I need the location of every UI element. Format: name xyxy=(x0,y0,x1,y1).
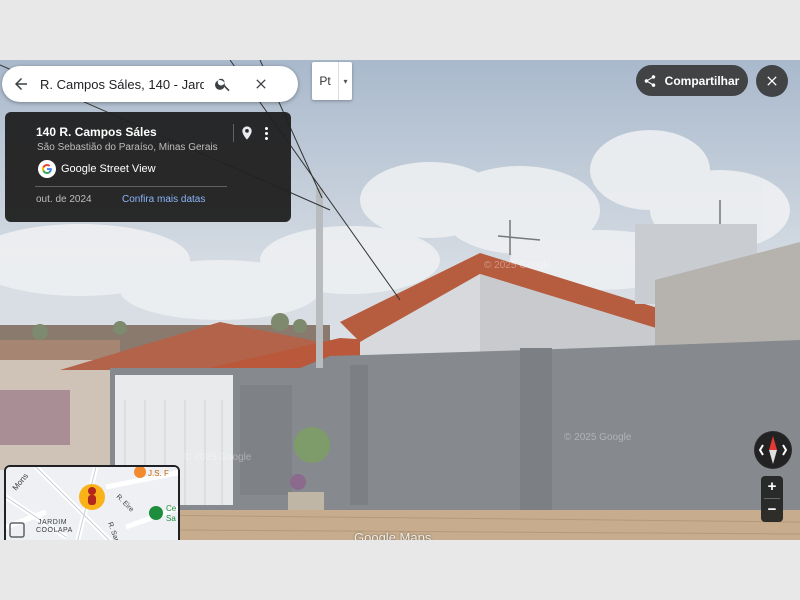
chevron-down-icon: ▾ xyxy=(343,76,348,86)
neighborhood-label: COOLAPA xyxy=(36,527,73,534)
zoom-in-button[interactable]: + xyxy=(761,476,783,498)
place-label-ce: Ce xyxy=(166,504,177,513)
watermark-text: © 2025 Google xyxy=(484,260,552,271)
neighborhood-label: JARDIM xyxy=(38,519,67,526)
google-logo-icon xyxy=(38,160,56,178)
language-selector[interactable]: Pt ▾ xyxy=(312,62,352,100)
arrow-left-icon xyxy=(15,78,27,90)
place-label-sa: Sa xyxy=(166,514,176,523)
divider xyxy=(35,186,227,187)
search-box[interactable] xyxy=(2,66,298,102)
share-label: Compartilhar xyxy=(664,73,740,88)
divider xyxy=(233,124,234,142)
compass-icon[interactable] xyxy=(754,431,792,469)
watermark-text: © 2025 Google xyxy=(184,452,252,463)
provider-row: Google Street View xyxy=(38,160,156,178)
provider-label: Google Street View xyxy=(61,163,156,175)
share-icon xyxy=(644,74,655,87)
minimap[interactable]: Mons R. Eire R. Sar J.S. F Ce Sa JARDIM … xyxy=(4,465,180,540)
search-button[interactable] xyxy=(204,66,242,102)
address-title: 140 R. Campos Sáles xyxy=(36,125,157,139)
street-view-viewport[interactable]: © 2025 Google © 2025 Google © 2025 Googl… xyxy=(0,60,800,540)
minimap-canvas: Mons R. Eire R. Sar J.S. F Ce Sa JARDIM … xyxy=(6,467,178,540)
location-info-card: 140 R. Campos Sáles São Sebastião do Par… xyxy=(5,112,291,222)
close-icon xyxy=(256,79,266,89)
search-input[interactable] xyxy=(40,76,204,92)
watermark-text: © 2025 Google xyxy=(564,432,632,443)
share-button[interactable]: Compartilhar xyxy=(636,65,748,96)
language-code: Pt xyxy=(312,62,339,100)
place-label-js: J.S. F xyxy=(148,469,169,478)
close-icon xyxy=(767,76,777,86)
zoom-controls: + − xyxy=(761,476,783,522)
google-maps-brand: Google Maps xyxy=(354,530,432,540)
search-icon xyxy=(215,78,230,92)
capture-date: out. de 2024 xyxy=(36,194,92,205)
more-dates-link[interactable]: Confira mais datas xyxy=(122,194,205,205)
address-subtitle: São Sebastião do Paraíso, Minas Gerais xyxy=(37,142,218,153)
clear-search-button[interactable] xyxy=(242,66,280,102)
back-button[interactable] xyxy=(2,66,40,102)
zoom-out-button[interactable]: − xyxy=(761,499,783,521)
map-pin-icon[interactable] xyxy=(239,124,255,142)
more-options-icon[interactable] xyxy=(261,124,271,142)
close-street-view-button[interactable] xyxy=(756,65,788,97)
